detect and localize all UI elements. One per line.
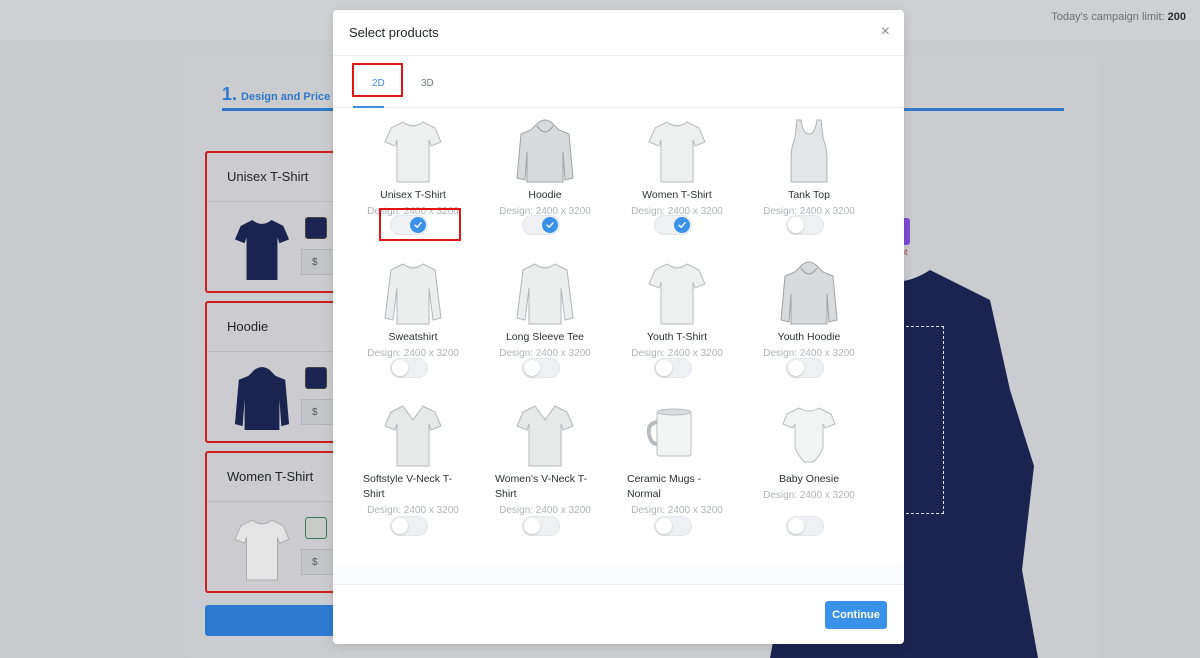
product-card-long-sleeve-tee[interactable]: Long Sleeve Tee Design: 2400 x 3200 (485, 260, 605, 360)
tshirt-icon (384, 121, 442, 183)
product-toggle-women-t-shirt[interactable] (654, 215, 692, 235)
side-product-women-tshirt[interactable]: Women T-Shirt $ (205, 451, 345, 593)
product-design-size: Design: 2400 x 3200 (763, 490, 855, 501)
product-name: Softstyle V-Neck T-Shirt (363, 473, 453, 500)
product-toggle-tank-top[interactable] (786, 215, 824, 235)
side-product-title: Women T-Shirt (227, 469, 314, 484)
product-card-sweatshirt[interactable]: Sweatshirt Design: 2400 x 3200 (353, 260, 473, 360)
product-card-baby-onesie[interactable]: Baby Onesie Design: 2400 x 3200 (749, 402, 869, 502)
navy-tshirt-icon (234, 220, 290, 280)
product-toggle-unisex-t-shirt[interactable] (390, 215, 428, 235)
check-icon (542, 217, 558, 233)
continue-button[interactable]: Continue (825, 601, 887, 629)
product-name: Hoodie (528, 189, 562, 201)
product-card-ceramic-mugs-normal[interactable]: Ceramic Mugs - Normal Design: 2400 x 3200 (617, 402, 737, 517)
toggle-knob (524, 360, 540, 376)
product-toggle-baby-onesie[interactable] (786, 516, 824, 536)
active-tab-indicator (353, 106, 384, 108)
product-toggle-hoodie[interactable] (522, 215, 560, 235)
background-primary-button[interactable] (205, 605, 345, 636)
product-card-youth-hoodie[interactable]: Youth Hoodie Design: 2400 x 3200 (749, 260, 869, 360)
product-name: Youth Hoodie (777, 331, 841, 343)
color-swatch[interactable] (305, 217, 327, 239)
product-toggle-softstyle-v-neck-t-shirt[interactable] (390, 516, 428, 536)
toggle-knob (656, 360, 672, 376)
onesie-icon (782, 407, 836, 463)
vneck-icon (516, 405, 574, 467)
product-toggle-ceramic-mugs-normal[interactable] (654, 516, 692, 536)
product-toggle-women-s-v-neck-t-shirt[interactable] (522, 516, 560, 536)
tab-3d[interactable]: 3D (421, 78, 434, 89)
toggle-knob (788, 518, 804, 534)
side-product-title: Unisex T-Shirt (227, 169, 309, 184)
product-toggle-youth-t-shirt[interactable] (654, 358, 692, 378)
tshirt-icon (648, 263, 706, 325)
step-indicator[interactable]: 1. Design and Price (222, 84, 330, 105)
tank-icon (790, 119, 828, 183)
close-icon[interactable]: × (881, 24, 890, 40)
hoodie-icon (780, 261, 838, 325)
longsleeve-icon (516, 263, 574, 325)
toggle-knob (524, 518, 540, 534)
white-tshirt-icon (234, 519, 290, 581)
select-products-modal: Select products × 2D 3D Unisex T-Shirt De… (333, 10, 904, 644)
toggle-knob (788, 217, 804, 233)
vneck-icon (384, 405, 442, 467)
toggle-knob (656, 518, 672, 534)
print-area-outline (906, 326, 944, 514)
mug-icon (647, 408, 692, 457)
product-card-women-s-v-neck-t-shirt[interactable]: Women's V-Neck T-Shirt Design: 2400 x 320… (485, 402, 605, 517)
color-swatch[interactable] (305, 517, 327, 539)
side-product-unisex-tshirt[interactable]: Unisex T-Shirt $ (205, 151, 345, 293)
color-swatch[interactable] (305, 367, 327, 389)
product-name: Long Sleeve Tee (505, 331, 585, 343)
toggle-knob (392, 518, 408, 534)
check-icon (674, 217, 690, 233)
product-card-tank-top[interactable]: Tank Top Design: 2400 x 3200 (749, 118, 869, 218)
product-name: Sweatshirt (388, 331, 438, 343)
side-product-title: Hoodie (227, 319, 269, 334)
product-name: Women's V-Neck T-Shirt (495, 473, 588, 500)
product-toggle-sweatshirt[interactable] (390, 358, 428, 378)
modal-header: Select products × (333, 10, 904, 56)
navy-hoodie-icon (234, 367, 290, 430)
product-card-hoodie[interactable]: Hoodie Design: 2400 x 3200 (485, 118, 605, 218)
campaign-limit: Today's campaign limit: 200 (1051, 11, 1186, 23)
product-name: Youth T-Shirt (646, 331, 708, 343)
longsleeve-icon (384, 263, 442, 325)
product-toggle-youth-hoodie[interactable] (786, 358, 824, 378)
tab-2d[interactable]: 2D (372, 78, 385, 89)
toggle-knob (392, 360, 408, 376)
modal-title: Select products (349, 25, 439, 40)
product-name: Ceramic Mugs - Normal (627, 473, 702, 500)
product-name: Baby Onesie (778, 473, 840, 485)
product-card-women-t-shirt[interactable]: Women T-Shirt Design: 2400 x 3200 (617, 118, 737, 218)
product-type-tabs: 2D 3D (333, 56, 904, 108)
product-card-softstyle-v-neck-t-shirt[interactable]: Softstyle V-Neck T-Shirt Design: 2400 x 3… (353, 402, 473, 517)
product-toggle-long-sleeve-tee[interactable] (522, 358, 560, 378)
toggle-knob (788, 360, 804, 376)
product-name: Unisex T-Shirt (380, 189, 446, 201)
product-name: Women T-Shirt (642, 189, 712, 201)
product-name: Tank Top (788, 189, 830, 201)
tshirt-icon (648, 121, 706, 183)
side-product-hoodie[interactable]: Hoodie $ (205, 301, 345, 443)
hoodie-icon (516, 119, 574, 183)
product-card-unisex-t-shirt[interactable]: Unisex T-Shirt Design: 2400 x 3200 (353, 118, 473, 218)
check-icon (410, 217, 426, 233)
product-card-youth-t-shirt[interactable]: Youth T-Shirt Design: 2400 x 3200 (617, 260, 737, 360)
